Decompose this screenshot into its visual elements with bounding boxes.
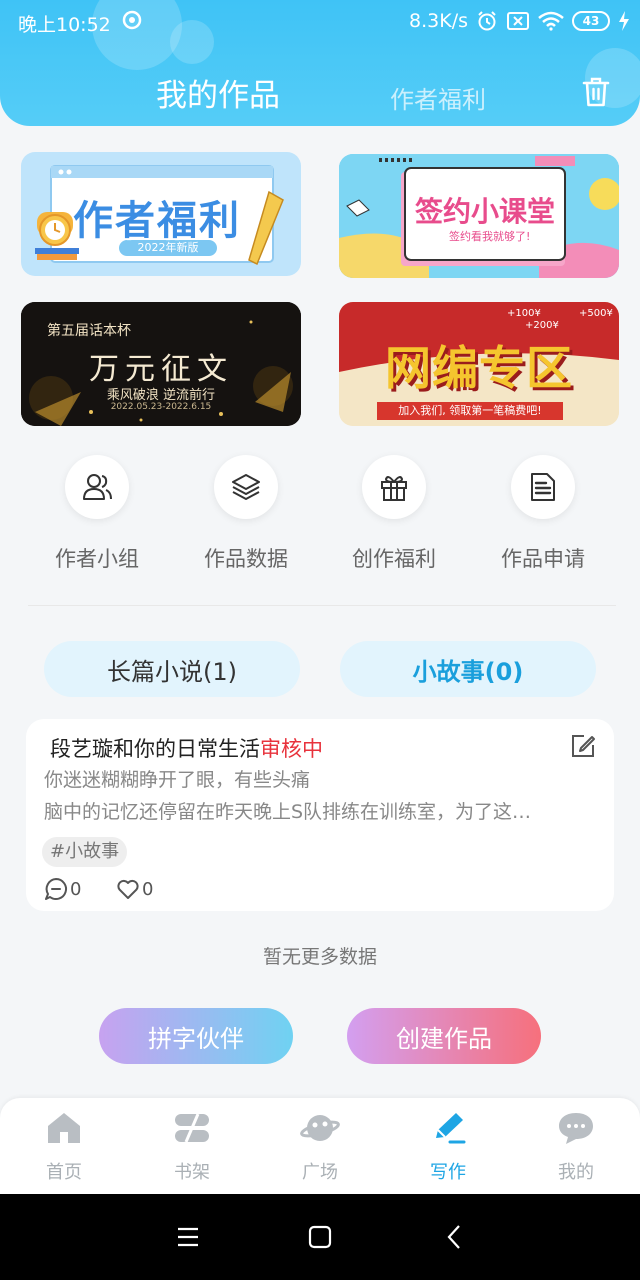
work-excerpt-line-2: 脑中的记忆还停留在昨天晚上S队排练在训练室，为了这… [44, 801, 532, 823]
entry-author-group[interactable]: 作者小组 [32, 455, 162, 573]
charging-icon [619, 11, 629, 31]
entry-work-apply[interactable]: 作品申请 [478, 455, 608, 573]
document-icon [531, 473, 555, 501]
status-time: 晚上10:52 [18, 14, 111, 36]
create-work-button[interactable]: 创建作品 [347, 1008, 541, 1064]
net-speed: 8.3K/s [409, 10, 468, 32]
work-card[interactable]: 段艺璇和你的日常生活审核中 你迷迷糊糊睁开了眼，有些头痛 脑中的记忆还停留在昨天… [26, 719, 614, 911]
nav-write[interactable]: 写作 [384, 1110, 512, 1184]
divider [28, 605, 616, 606]
entry-label: 创作福利 [352, 547, 436, 571]
entry-icon-circle [214, 455, 278, 519]
comment-count-value: 0 [70, 878, 82, 900]
alarm-icon [478, 11, 496, 31]
trash-icon[interactable] [581, 76, 611, 108]
entry-creation-welfare[interactable]: 创作福利 [329, 455, 459, 573]
no-more-data: 暂无更多数据 [262, 946, 377, 968]
status-bar: 晚上10:52 8.3K/s 43 [0, 0, 640, 44]
banner-sign-class[interactable]: 签约小课堂 签约看我就够了! [339, 154, 619, 278]
work-title: 段艺璇和你的日常生活 [50, 737, 260, 761]
nav-label: 广场 [302, 1162, 338, 1183]
entry-icon-circle [511, 455, 575, 519]
entry-icon-circle [65, 455, 129, 519]
tab-my-works[interactable]: 我的作品 [156, 70, 280, 115]
no-sim-icon [507, 12, 529, 30]
entry-icon-circle [362, 455, 426, 519]
header: 晚上10:52 8.3K/s 43 我的作品 作者福利 [0, 0, 640, 126]
banner-price: +200¥ [525, 320, 559, 331]
banner-price: +100¥ [507, 308, 541, 319]
entry-work-data[interactable]: 作品数据 [181, 455, 311, 573]
banner-subtitle: 第五届话本杯 [47, 323, 131, 339]
banner-subtitle: 签约看我就够了! [449, 230, 531, 243]
banner-price: +500¥ [579, 308, 613, 319]
wifi-icon [538, 11, 564, 31]
partner-button[interactable]: 拼字伙伴 [99, 1008, 293, 1064]
nav-mine[interactable]: 我的 [512, 1110, 640, 1184]
entry-label: 作品数据 [204, 547, 288, 571]
tab-long-novel[interactable]: 长篇小说(1) [44, 641, 300, 697]
bottom-nav: 首页 书架 广场 写作 我的 [0, 1098, 640, 1194]
edit-icon[interactable] [570, 733, 596, 759]
work-tag[interactable]: #小故事 [42, 837, 128, 867]
review-status: 审核中 [260, 737, 323, 761]
app-notify-icon [122, 10, 142, 30]
battery-indicator: 43 [572, 11, 610, 31]
menu-icon[interactable] [173, 1222, 203, 1252]
nav-label: 写作 [430, 1162, 466, 1183]
banner-essay-contest[interactable]: 第五届话本杯 万元征文 乘风破浪 逆流前行 2022.05.23-2022.6.… [21, 302, 301, 426]
nav-label: 首页 [46, 1162, 82, 1183]
banner-dates: 2022.05.23-2022.6.15 [110, 402, 212, 412]
nav-home[interactable]: 首页 [0, 1110, 128, 1184]
tab-short-story[interactable]: 小故事(0) [340, 641, 596, 697]
users-icon [83, 474, 112, 500]
banner-author-welfare[interactable]: 作者福利 2022年新版 [21, 152, 301, 276]
banner-subtitle: 2022年新版 [137, 241, 199, 254]
back-icon[interactable] [440, 1222, 470, 1252]
tab-author-welfare[interactable]: 作者福利 [390, 80, 486, 115]
bookshelf-icon [175, 1113, 209, 1143]
nav-bookshelf[interactable]: 书架 [128, 1110, 256, 1184]
chat-bubble-icon [559, 1113, 593, 1144]
comment-icon [45, 878, 67, 900]
banner-title: 网编专区 [385, 341, 573, 395]
like-count[interactable]: 0 [116, 877, 153, 901]
banner-title: 万元征文 [89, 352, 233, 387]
work-excerpt-line-1: 你迷迷糊糊睁开了眼，有些头痛 [44, 769, 311, 791]
entry-label: 作品申请 [501, 547, 585, 571]
entry-label: 作者小组 [55, 547, 139, 571]
banner-editor-zone[interactable]: 网编专区 加入我们, 领取第一笔稿费吧! +100¥ +500¥ +200¥ [339, 302, 619, 426]
layers-icon [232, 474, 260, 500]
nav-square[interactable]: 广场 [256, 1110, 384, 1184]
heart-icon [117, 879, 139, 899]
nav-label: 书架 [174, 1162, 210, 1183]
planet-icon [300, 1115, 340, 1141]
banner-title: 签约小课堂 [415, 195, 556, 228]
home-icon [48, 1113, 80, 1143]
like-count-value: 0 [142, 878, 154, 900]
work-title-row: 段艺璇和你的日常生活审核中 [50, 733, 323, 763]
banner-title: 作者福利 [73, 198, 241, 244]
gift-icon [381, 476, 407, 501]
home-square-icon[interactable] [305, 1222, 335, 1252]
nav-label: 我的 [558, 1162, 594, 1183]
banner-tagline: 乘风破浪 逆流前行 [106, 388, 216, 403]
pen-icon [436, 1113, 466, 1144]
system-nav-bar [0, 1194, 640, 1280]
comment-count[interactable]: 0 [44, 877, 81, 901]
banner-subtitle: 加入我们, 领取第一笔稿费吧! [398, 404, 542, 417]
